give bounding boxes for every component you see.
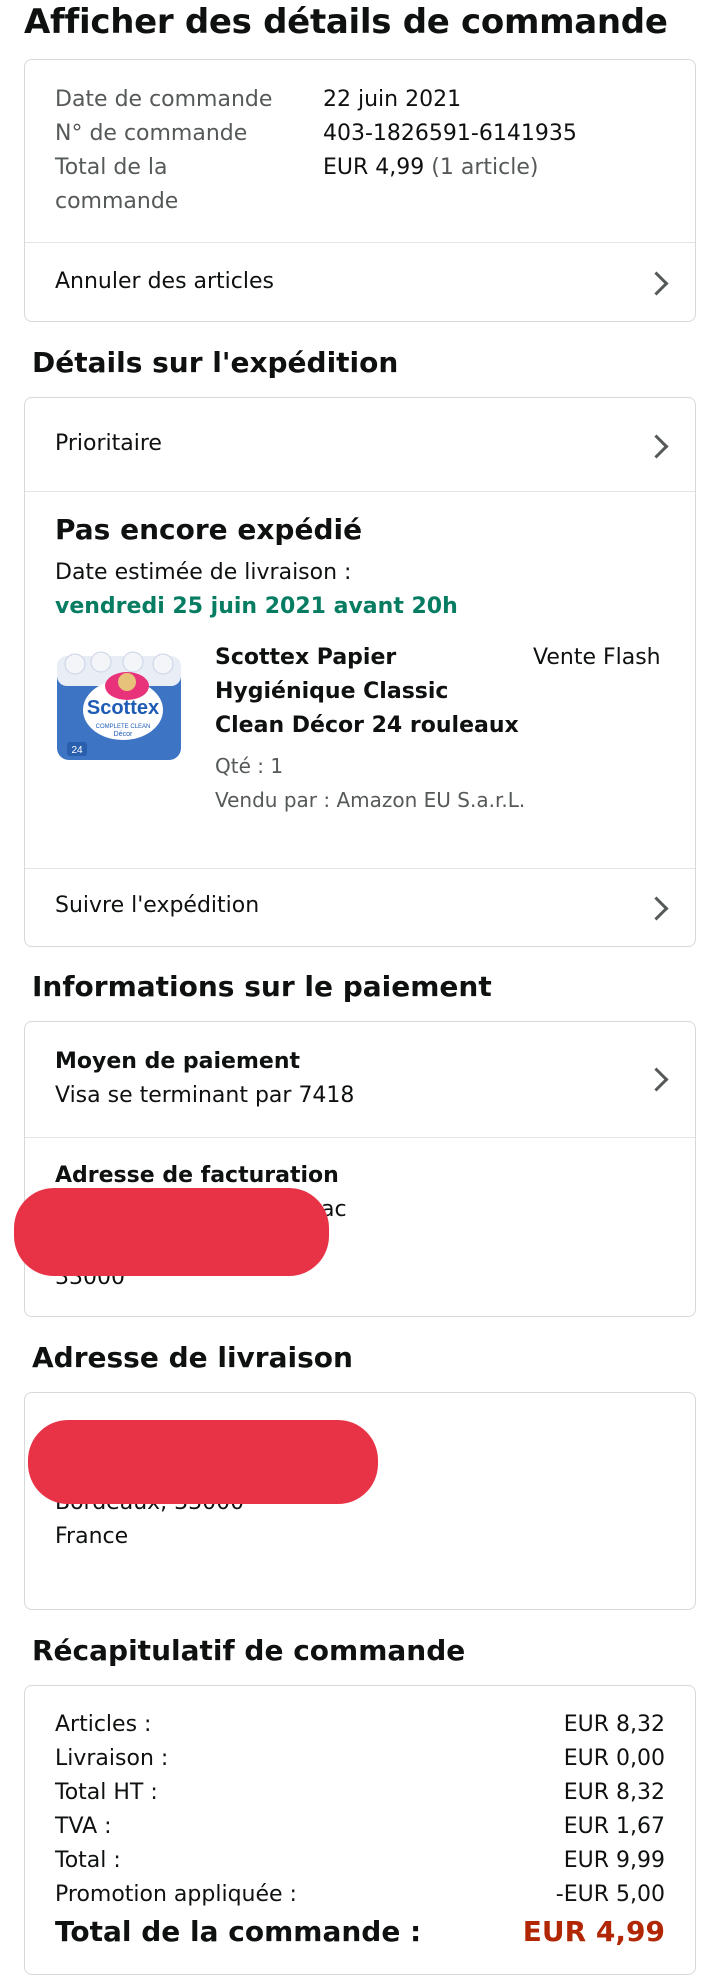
order-total-amount: EUR 4,99 <box>323 155 425 180</box>
track-shipment-row[interactable]: Suivre l'expédition <box>25 869 695 946</box>
product-name-line2[interactable]: Hygiénique Classic <box>215 675 448 709</box>
estimated-delivery-label: Date estimée de livraison : <box>55 560 352 585</box>
summary-section-title: Récapitulatif de commande <box>32 1634 466 1667</box>
summary-row-label: Total : <box>55 1848 121 1873</box>
page-title: Afficher des détails de commande <box>24 2 668 42</box>
summary-row-value: -EUR 5,00 <box>555 1882 665 1907</box>
summary-row-label: TVA : <box>55 1814 112 1839</box>
shipping-speed-label: Prioritaire <box>55 431 162 456</box>
delivery-section-title: Adresse de livraison <box>32 1341 353 1374</box>
deal-badge: Vente Flash <box>533 645 661 670</box>
chevron-right-icon <box>644 1067 669 1092</box>
shipment-status: Pas encore expédié <box>55 513 363 546</box>
order-info-card: Date de commande 22 juin 2021 N° de comm… <box>24 59 696 322</box>
cancel-items-row[interactable]: Annuler des articles <box>25 243 695 321</box>
shipping-section-title: Détails sur l'expédition <box>32 346 399 379</box>
order-total-value: EUR 4,99 (1 article) <box>323 151 538 185</box>
summary-row-label: Livraison : <box>55 1746 169 1771</box>
order-summary-card: Articles : EUR 8,32 Livraison : EUR 0,00… <box>24 1685 696 1975</box>
billing-redaction <box>14 1188 329 1276</box>
summary-row-value: EUR 8,32 <box>563 1780 665 1805</box>
divider <box>25 1137 695 1138</box>
payment-method-row[interactable]: Moyen de paiement Visa se terminant par … <box>25 1022 695 1137</box>
svg-text:24: 24 <box>71 745 83 756</box>
delivery-country: France <box>55 1524 129 1549</box>
summary-row-label: Promotion appliquée : <box>55 1882 297 1907</box>
product-image[interactable]: Scottex COMPLETE CLEAN Décor 24 <box>55 648 183 763</box>
payment-section-title: Informations sur le paiement <box>32 970 492 1003</box>
divider <box>25 491 695 492</box>
estimated-delivery-date: vendredi 25 juin 2021 avant 20h <box>55 594 458 619</box>
product-image-brand-text: Scottex <box>87 697 159 719</box>
payment-method-value: Visa se terminant par 7418 <box>55 1083 355 1108</box>
product-thumbnail-svg: Scottex COMPLETE CLEAN Décor 24 <box>57 651 181 760</box>
order-number-value: 403-1826591-6141935 <box>323 121 577 146</box>
order-total-label-line2: commande <box>55 189 179 214</box>
chevron-right-icon <box>644 271 669 296</box>
product-name-line3[interactable]: Clean Décor 24 rouleaux <box>215 709 519 743</box>
order-number-label: N° de commande <box>55 121 248 146</box>
cancel-items-label: Annuler des articles <box>55 269 274 294</box>
order-date-value: 22 juin 2021 <box>323 87 462 112</box>
shipping-speed-row[interactable]: Prioritaire <box>25 398 695 491</box>
product-name-line1[interactable]: Scottex Papier <box>215 641 396 675</box>
summary-row-value: EUR 1,67 <box>563 1814 665 1839</box>
svg-text:Décor: Décor <box>114 731 133 738</box>
summary-row-value: EUR 9,99 <box>563 1848 665 1873</box>
shipping-card: Prioritaire Pas encore expédié Date esti… <box>24 397 696 947</box>
order-date-label: Date de commande <box>55 87 273 112</box>
svg-text:COMPLETE CLEAN: COMPLETE CLEAN <box>96 724 151 730</box>
summary-row-value: EUR 0,00 <box>563 1746 665 1771</box>
track-shipment-label: Suivre l'expédition <box>55 893 260 918</box>
order-item-count: (1 article) <box>431 155 539 180</box>
payment-method-title: Moyen de paiement <box>55 1049 300 1074</box>
chevron-right-icon <box>644 896 669 921</box>
grand-total-label: Total de la commande : <box>55 1915 422 1948</box>
chevron-right-icon <box>644 434 669 459</box>
delivery-redaction <box>28 1420 378 1504</box>
grand-total-value: EUR 4,99 <box>522 1915 665 1948</box>
order-total-label-line1: Total de la <box>55 155 168 180</box>
product-quantity: Qté : 1 <box>215 754 284 778</box>
summary-row-label: Articles : <box>55 1712 152 1737</box>
summary-row-label: Total HT : <box>55 1780 158 1805</box>
product-sold-by: Vendu par : Amazon EU S.a.r.L. <box>215 788 526 812</box>
summary-row-value: EUR 8,32 <box>563 1712 665 1737</box>
